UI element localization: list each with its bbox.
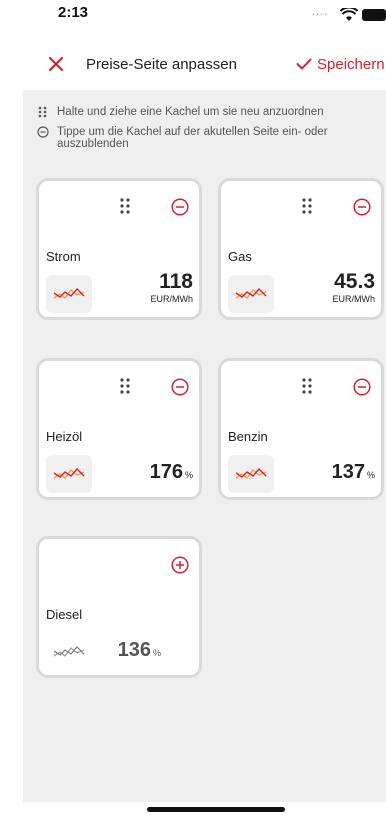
tile-value: 137% — [332, 461, 375, 484]
add-tile-icon[interactable] — [171, 556, 189, 574]
tile-benzin[interactable]: Benzin 137% — [218, 358, 384, 500]
status-bar: 2:13 .... — [0, 0, 386, 40]
tile-name: Gas — [228, 249, 252, 264]
tile-diesel[interactable]: Diesel 136% — [36, 536, 202, 678]
check-icon — [296, 58, 312, 70]
save-button[interactable]: Speichern — [296, 56, 385, 73]
hint-toggle-text: Tippe um die Kachel auf der akutellen Se… — [57, 126, 328, 150]
signal-icon: .... — [312, 6, 329, 18]
tile-name: Heizöl — [46, 429, 83, 444]
trend-chart-icon — [46, 633, 92, 671]
tile-value-unit: % — [366, 470, 375, 480]
drag-handle-icon[interactable] — [302, 378, 312, 394]
remove-tile-icon[interactable] — [353, 378, 371, 396]
remove-tile-icon[interactable] — [171, 378, 189, 396]
close-icon[interactable] — [47, 55, 65, 73]
drag-handle-icon[interactable] — [120, 198, 130, 214]
remove-tile-icon[interactable] — [353, 198, 371, 216]
tile-value-unit: EUR/MWh — [150, 294, 194, 304]
tile-heizoel[interactable]: Heizöl 176% — [36, 358, 202, 500]
tile-value-unit: % — [184, 470, 193, 480]
tile-value-number: 136 — [117, 639, 151, 661]
trend-chart-icon — [228, 275, 274, 313]
tile-value-unit: % — [152, 648, 161, 658]
minus-circle-icon — [37, 126, 49, 138]
drag-handle-icon — [38, 106, 47, 118]
drag-handle-icon[interactable] — [302, 198, 312, 214]
tile-name: Diesel — [46, 607, 83, 622]
remove-tile-icon[interactable] — [171, 198, 189, 216]
tile-name: Strom — [46, 249, 81, 264]
tile-strom[interactable]: Strom 118 EUR/MWh — [36, 178, 202, 320]
tile-editor-area: Halte und ziehe eine Kachel um sie neu a… — [23, 90, 386, 802]
hint-drag-text: Halte und ziehe eine Kachel um sie neu a… — [57, 106, 324, 118]
tile-gas[interactable]: Gas 45.3 EUR/MWh — [218, 178, 384, 320]
tile-value: 118 EUR/MWh — [151, 270, 194, 304]
tile-value-unit: EUR/MWh — [332, 294, 376, 304]
save-button-label: Speichern — [317, 56, 385, 73]
tile-value-number: 45.3 — [334, 270, 375, 293]
tile-value: 136% — [118, 639, 161, 662]
tile-value-number: 137 — [331, 461, 365, 483]
wifi-icon — [340, 8, 358, 21]
trend-chart-icon — [46, 455, 92, 493]
trend-chart-icon — [228, 455, 274, 493]
tile-value: 45.3 EUR/MWh — [333, 270, 376, 304]
tile-value: 176% — [150, 461, 193, 484]
tile-name: Benzin — [228, 429, 268, 444]
status-time: 2:13 — [58, 4, 89, 21]
battery-icon — [362, 9, 386, 21]
page-title: Preise-Seite anpassen — [86, 56, 237, 73]
tile-value-number: 176 — [149, 461, 183, 483]
trend-chart-icon — [46, 275, 92, 313]
nav-bar: Preise-Seite anpassen Speichern — [0, 44, 386, 84]
drag-handle-icon[interactable] — [120, 378, 130, 394]
tile-value-number: 118 — [159, 270, 193, 293]
home-indicator[interactable] — [147, 807, 285, 812]
